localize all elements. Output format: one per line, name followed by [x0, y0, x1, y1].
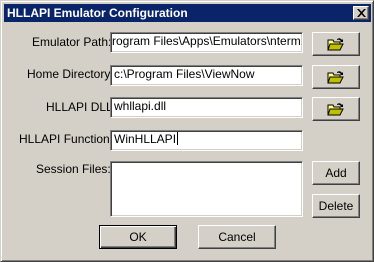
browse-hllapi-dll-button[interactable]	[312, 97, 360, 121]
delete-button-label: Delete	[318, 199, 354, 213]
open-folder-icon	[327, 102, 344, 115]
browse-home-directory-button[interactable]	[312, 65, 360, 89]
hllapi-function-label: HLLAPI Function:	[19, 132, 114, 146]
window-title: HLLAPI Emulator Configuration	[7, 6, 188, 20]
emulator-path-value: rogram Files\Apps\Emulators\nterm.exe	[112, 34, 303, 48]
add-button-label: Add	[325, 166, 347, 180]
config-dialog: HLLAPI Emulator Configuration Emulator P…	[0, 0, 374, 262]
session-files-list[interactable]	[110, 161, 303, 217]
hllapi-dll-value: whllapi.dll	[114, 99, 167, 113]
emulator-path-label: Emulator Path:	[32, 35, 112, 49]
cancel-button-label: Cancel	[218, 230, 256, 244]
hllapi-dll-label: HLLAPI DLL:	[46, 100, 117, 114]
home-directory-label: Home Directory:	[27, 67, 114, 81]
hllapi-function-value: WinHLLAPI	[114, 132, 177, 146]
session-files-label: Session Files:	[36, 162, 111, 176]
close-icon	[356, 9, 366, 17]
hllapi-function-field[interactable]: WinHLLAPI	[110, 130, 303, 151]
home-directory-value: c:\Program Files\ViewNow	[114, 67, 255, 81]
title-bar[interactable]: HLLAPI Emulator Configuration	[4, 4, 371, 22]
delete-button[interactable]: Delete	[312, 194, 360, 218]
close-button[interactable]	[353, 6, 369, 20]
hllapi-dll-field[interactable]: whllapi.dll	[110, 97, 303, 118]
home-directory-field[interactable]: c:\Program Files\ViewNow	[110, 65, 303, 86]
open-folder-icon	[327, 37, 344, 50]
emulator-path-field[interactable]: rogram Files\Apps\Emulators\nterm.exe	[110, 32, 303, 53]
ok-button-label: OK	[129, 230, 147, 244]
ok-button[interactable]: OK	[99, 225, 177, 249]
text-caret	[177, 132, 179, 145]
add-button[interactable]: Add	[312, 161, 360, 185]
browse-emulator-path-button[interactable]	[312, 32, 360, 56]
cancel-button[interactable]: Cancel	[198, 225, 276, 249]
open-folder-icon	[327, 70, 344, 83]
